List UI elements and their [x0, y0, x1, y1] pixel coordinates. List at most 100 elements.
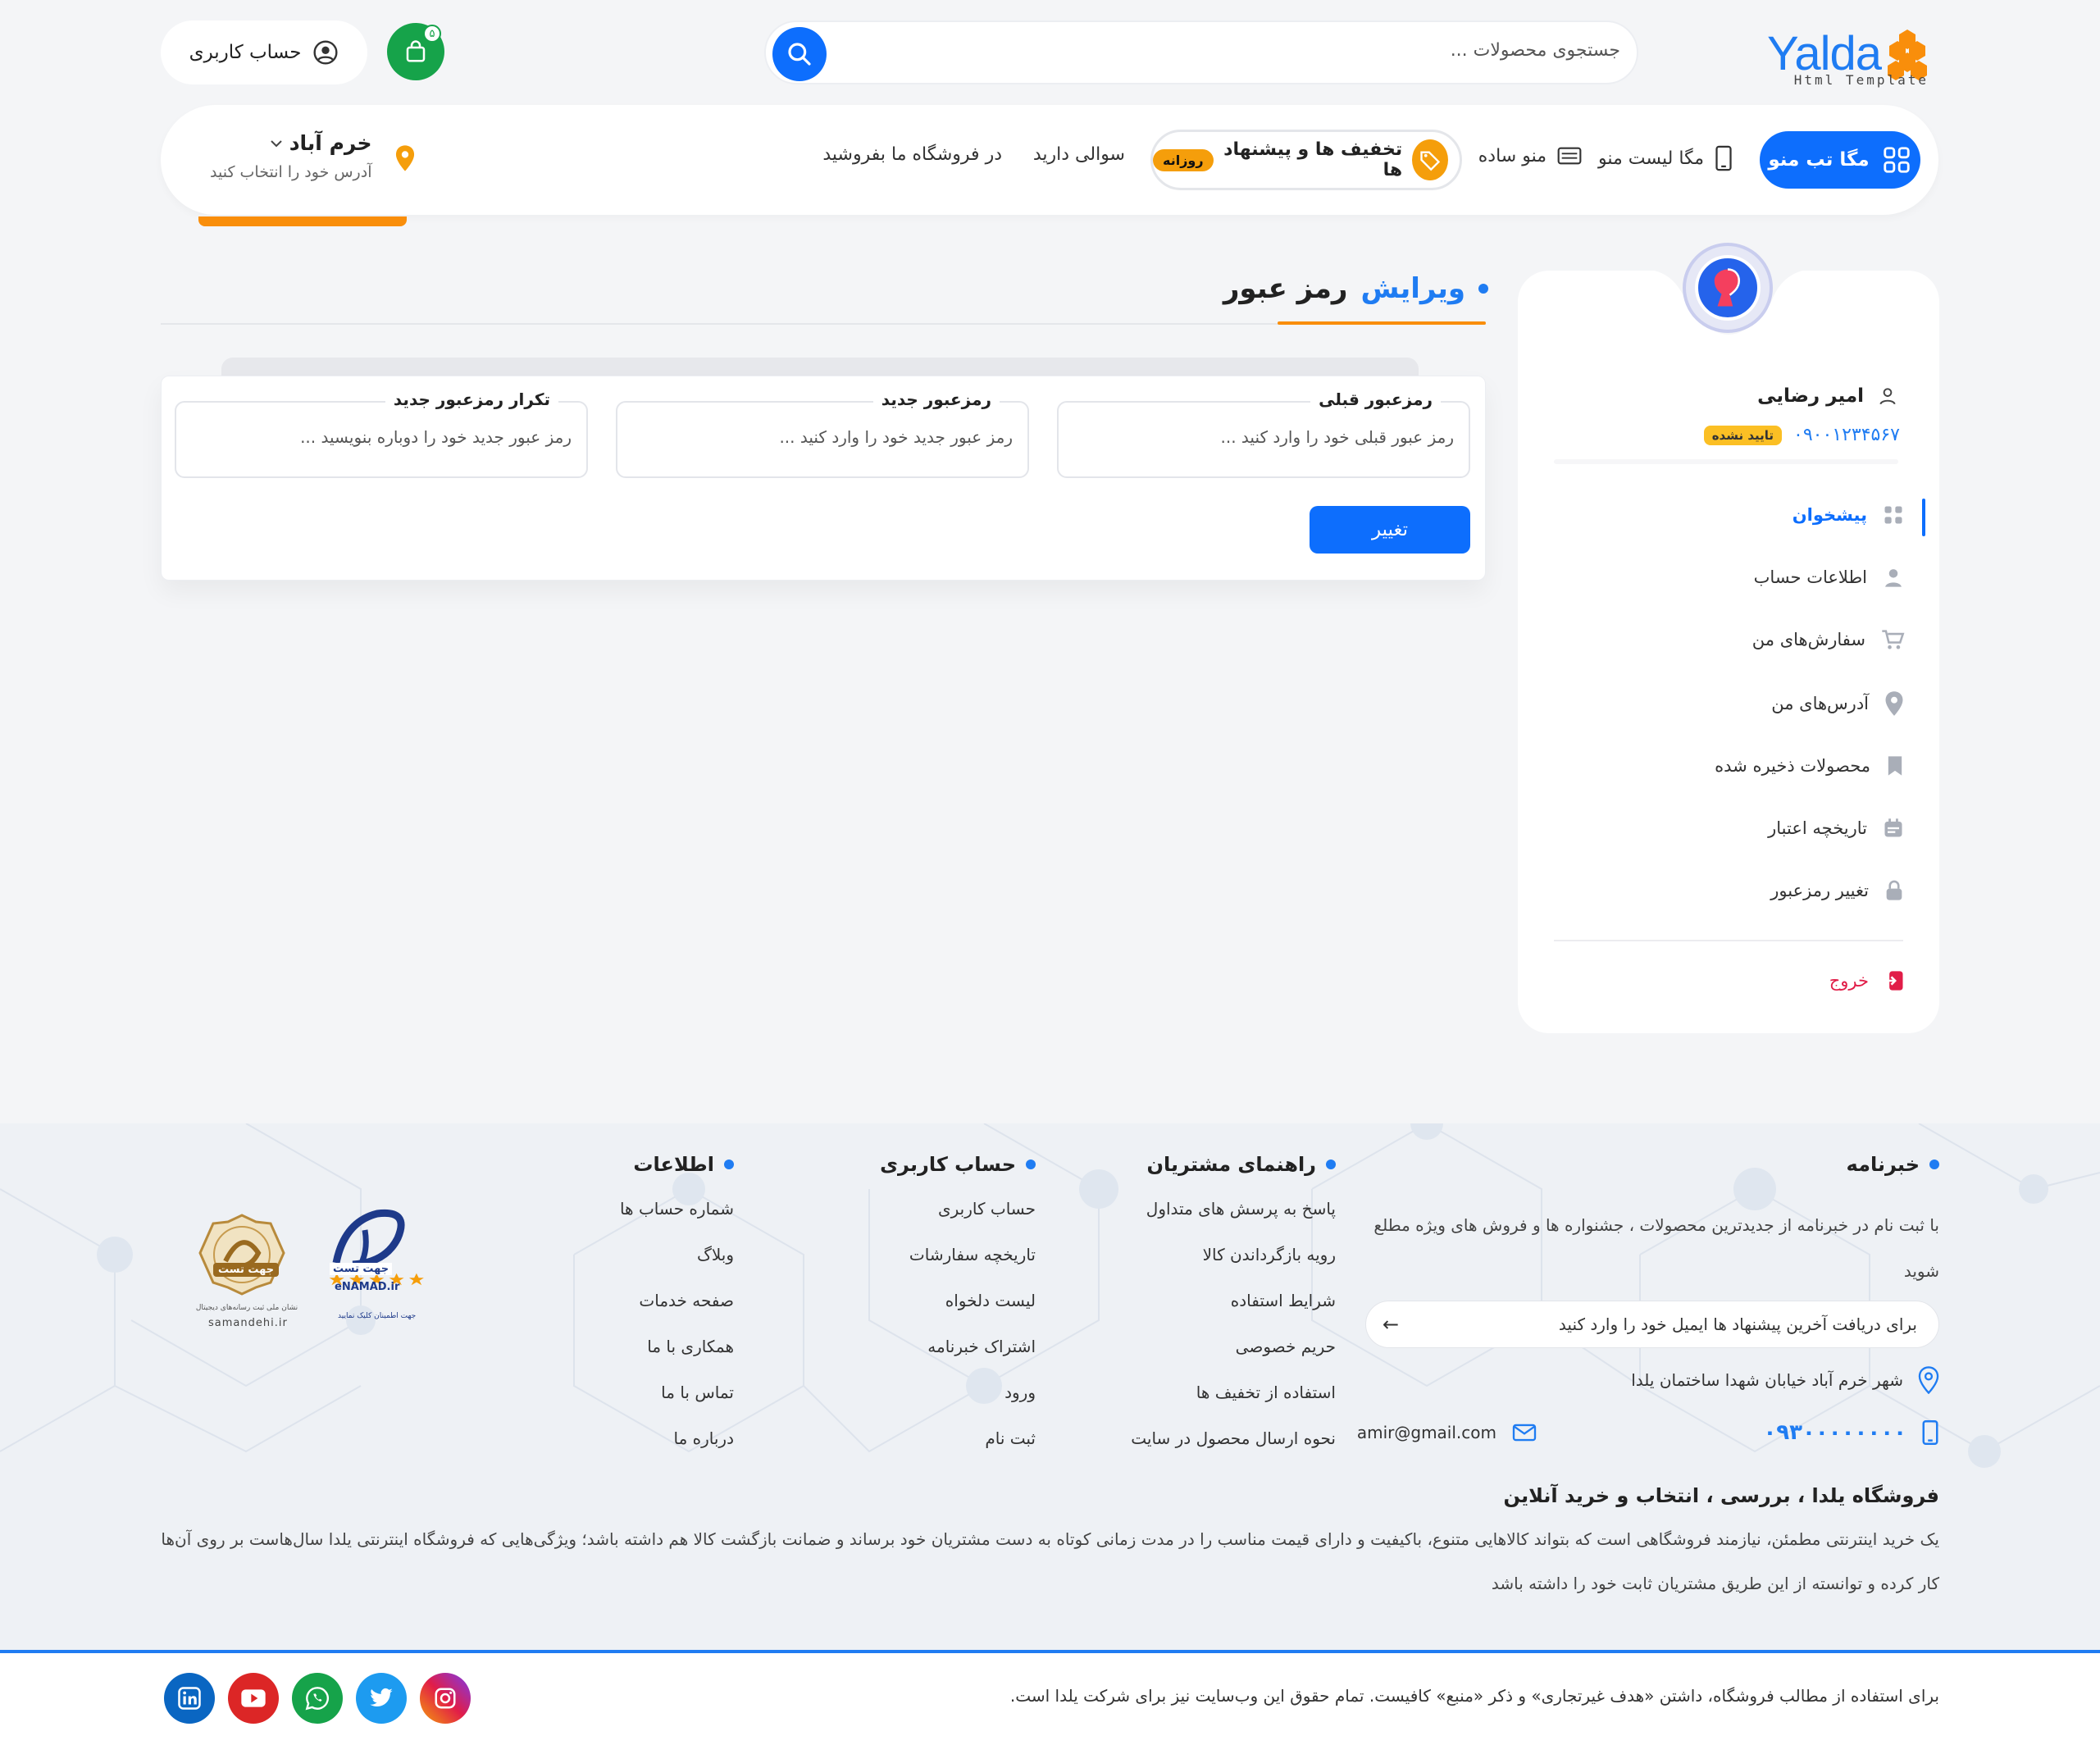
- footer-link[interactable]: رویه بازگرداندن کالا: [1203, 1245, 1336, 1264]
- footer-link[interactable]: حساب کاربری: [938, 1199, 1036, 1219]
- password-form: رمزعبور قبلی رمز عبور قبلی خود را وارد ک…: [161, 376, 1486, 581]
- sidebar-item-orders[interactable]: سفارش‌های من: [1752, 628, 1905, 651]
- new-password-input[interactable]: رمز عبور جدید خود را وارد کنید ...: [779, 427, 1013, 447]
- logout-label: خروج: [1829, 971, 1869, 991]
- search-button[interactable]: [772, 27, 827, 81]
- footer-address-text: شهر خرم آباد خیابان شهدا ساختمان یلدا: [1631, 1370, 1903, 1390]
- enamad-badge[interactable]: جهت تست eNAMAD.ir جهت اطمینان کلیک نمایی…: [320, 1205, 426, 1328]
- footer-link[interactable]: اشتراک خبرنامه: [927, 1337, 1036, 1356]
- mail-icon: [1512, 1424, 1537, 1442]
- repeat-password-label: تکرار رمزعبور جدید: [385, 390, 558, 409]
- twitter-icon[interactable]: [356, 1673, 407, 1724]
- nav-deals-label: تخفیف ها و پیشنهاد ها: [1223, 139, 1403, 180]
- logo-subtitle: Html Template: [1793, 72, 1929, 88]
- sidebar-item-dashboard[interactable]: پیشخوان: [1793, 503, 1905, 526]
- location-city: خرم آباد: [289, 131, 372, 155]
- nav-mega-list[interactable]: مگا لیست منو: [1598, 144, 1733, 172]
- footer-link[interactable]: تاریخچه سفارشات: [909, 1245, 1036, 1264]
- footer-phone[interactable]: ۰۹۳۰۰۰۰۰۰۰۰: [1763, 1419, 1939, 1447]
- sidebar-item-label: پیشخوان: [1792, 505, 1867, 525]
- page-title-secondary: رمز عبور: [1223, 272, 1348, 305]
- footer-email-text: amir@gmail.com: [1356, 1423, 1496, 1442]
- repeat-password-field[interactable]: تکرار رمزعبور جدید رمز عبور جدید خود را …: [175, 390, 588, 478]
- sidebar-item-label: اطلاعات حساب: [1753, 567, 1867, 587]
- footer-info-title-text: اطلاعات: [633, 1153, 714, 1176]
- logout-icon: [1885, 971, 1903, 991]
- dashboard-icon: [1884, 506, 1902, 524]
- footer-link[interactable]: لیست دلخواه: [945, 1291, 1036, 1310]
- cart-button[interactable]: ۵: [387, 23, 444, 80]
- grid-icon: [1883, 147, 1910, 173]
- sidebar-item-account-info[interactable]: اطلاعات حساب: [1754, 566, 1905, 589]
- store-title: فروشگاه یلدا ، بررسی ، انتخاب و خرید آنل…: [1503, 1484, 1939, 1507]
- footer-link[interactable]: همکاری با ما: [647, 1337, 734, 1356]
- footer-link[interactable]: حریم خصوصی: [1236, 1337, 1336, 1356]
- footer-bottom-bar: برای استفاده از مطالب فروشگاه، داشتن «هد…: [0, 1653, 2100, 1745]
- location-icon: [1885, 691, 1903, 716]
- whatsapp-icon[interactable]: [292, 1673, 343, 1724]
- location-selector[interactable]: خرم آباد آدرس خود را انتخاب کنید: [210, 131, 416, 181]
- nav-simple-menu-label: منو ساده: [1478, 145, 1547, 166]
- footer-link[interactable]: ورود: [1004, 1383, 1036, 1402]
- newsletter-email-input[interactable]: برای دریافت آخرین پیشنهاد ها ایمیل خود ر…: [1365, 1301, 1939, 1348]
- nav-deals[interactable]: تخفیف ها و پیشنهاد ها روزانه: [1150, 130, 1462, 190]
- old-password-label: رمزعبور قبلی: [1310, 390, 1441, 409]
- footer-link[interactable]: ثبت نام: [985, 1428, 1036, 1448]
- repeat-password-input[interactable]: رمز عبور جدید خود را دوباره بنویسید ...: [300, 427, 572, 447]
- old-password-input[interactable]: رمز عبور قبلی خود را وارد کنید ...: [1220, 427, 1454, 447]
- footer-link[interactable]: استفاده از تخفیف ها: [1196, 1383, 1336, 1402]
- store-description: یک خرید اینترنتی مطمئن، نیازمند فروشگاهی…: [161, 1529, 1939, 1593]
- profile-phone-text: ۰۹۰۰۱۲۳۴۵۶۷: [1793, 425, 1900, 445]
- footer-link[interactable]: نحوه ارسال محصول در سایت: [1131, 1428, 1336, 1448]
- social-links: [164, 1673, 471, 1724]
- footer-email[interactable]: amir@gmail.com: [1357, 1422, 1537, 1443]
- samandehi-badge[interactable]: جهت تست نشان ملی ثبت رسانه‌های دیجیتال s…: [195, 1212, 303, 1335]
- search-input[interactable]: جستجوی محصولات ...: [1451, 40, 1620, 61]
- cart-count-badge: ۵: [423, 25, 441, 43]
- logout-button[interactable]: خروج: [1829, 969, 1905, 992]
- samandehi-note: نشان ملی ثبت رسانه‌های دیجیتال: [195, 1304, 298, 1312]
- sidebar-item-saved[interactable]: محصولات ذخیره شده: [1715, 754, 1905, 777]
- footer-link[interactable]: وبلاگ: [697, 1245, 734, 1264]
- location-hint: آدرس خود را انتخاب کنید: [210, 163, 372, 181]
- account-button[interactable]: حساب کاربری: [161, 21, 367, 84]
- nav-sell[interactable]: در فروشگاه ما بفروشید: [822, 144, 1002, 165]
- profile-name: امیر رضایی: [1757, 385, 1898, 407]
- sidebar-item-label: سفارش‌های من: [1752, 630, 1865, 649]
- nav-mega-list-label: مگا لیست منو: [1598, 148, 1704, 169]
- new-password-field[interactable]: رمزعبور جدید رمز عبور جدید خود را وارد ک…: [616, 390, 1029, 478]
- sidebar-item-credit-history[interactable]: تاریخچه اعتبار: [1768, 817, 1905, 840]
- search-bar[interactable]: جستجوی محصولات ...: [764, 21, 1638, 84]
- linkedin-icon[interactable]: [164, 1673, 215, 1724]
- old-password-field[interactable]: رمزعبور قبلی رمز عبور قبلی خود را وارد ک…: [1057, 390, 1470, 478]
- youtube-icon[interactable]: [228, 1673, 279, 1724]
- samandehi-site: samandehi.ir: [208, 1317, 288, 1329]
- sidebar-item-addresses[interactable]: آدرس‌های من: [1771, 690, 1905, 717]
- phone-icon: [1922, 1420, 1938, 1445]
- site-logo[interactable]: Yalda Html Template: [1760, 25, 1932, 88]
- lock-icon: [1886, 880, 1902, 900]
- footer-address: شهر خرم آباد خیابان شهدا ساختمان یلدا: [1631, 1366, 1939, 1394]
- profile-phone: ۰۹۰۰۱۲۳۴۵۶۷ تایید نشده: [1703, 425, 1900, 445]
- footer-link[interactable]: شرایط استفاده: [1231, 1291, 1336, 1310]
- footer-link[interactable]: شماره حساب ها: [620, 1199, 734, 1219]
- tag-icon: [1412, 139, 1448, 180]
- footer-link[interactable]: صفحه خدمات: [639, 1291, 734, 1310]
- keyboard-icon: [1557, 147, 1582, 165]
- change-password-button[interactable]: تغییر: [1310, 506, 1470, 554]
- nav-simple-menu[interactable]: منو ساده: [1478, 144, 1583, 167]
- newsletter-email-placeholder: برای دریافت آخرین پیشنهاد ها ایمیل خود ر…: [1558, 1314, 1917, 1334]
- arrow-left-icon[interactable]: ←: [1383, 1313, 1399, 1336]
- nav-question[interactable]: سوالی دارید: [1033, 144, 1125, 165]
- avatar[interactable]: [1683, 243, 1773, 333]
- instagram-icon[interactable]: [420, 1673, 471, 1724]
- footer-link[interactable]: درباره ما: [673, 1428, 734, 1448]
- sidebar-active-indicator: [1922, 499, 1925, 536]
- footer-link[interactable]: تماس با ما: [661, 1383, 734, 1402]
- mega-tab-menu-button[interactable]: مگا تب منو: [1760, 131, 1920, 189]
- footer-link[interactable]: پاسخ به پرسش های متداول: [1146, 1199, 1336, 1219]
- sidebar-item-change-password[interactable]: تغییر رمزعبور: [1770, 879, 1905, 902]
- sidebar-divider: [1554, 940, 1903, 941]
- sidebar-item-label: تغییر رمزعبور: [1770, 881, 1869, 900]
- deals-badge: روزانه: [1153, 148, 1214, 171]
